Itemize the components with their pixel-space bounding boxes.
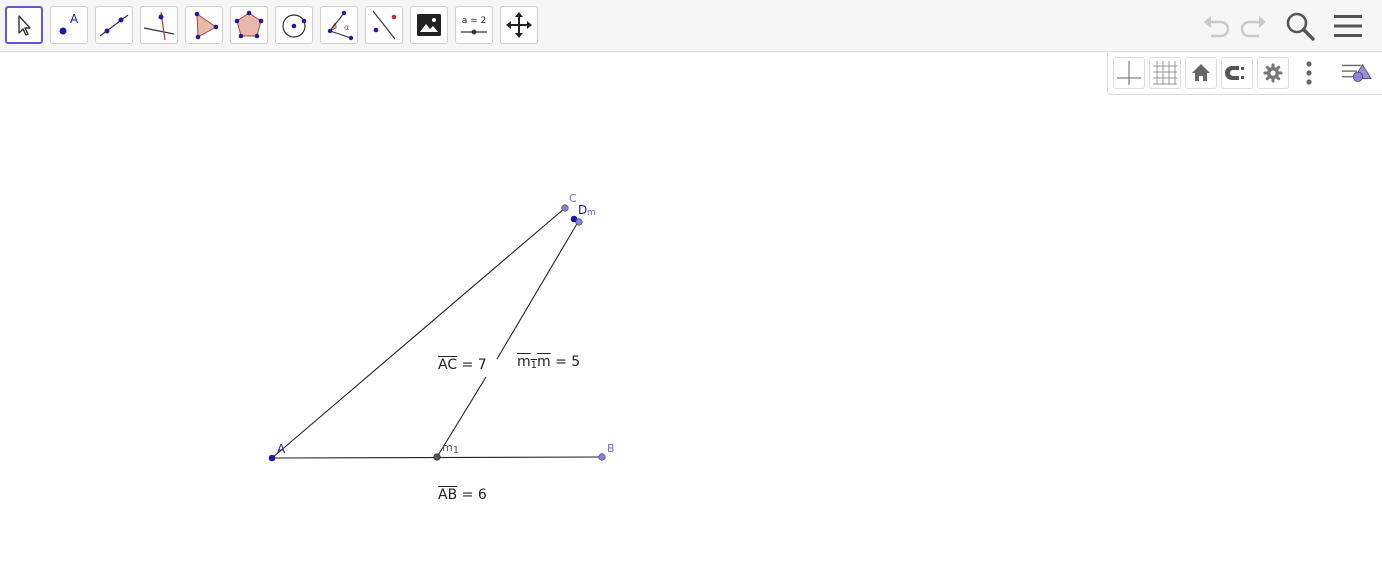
- slider-tool[interactable]: a = 2: [455, 6, 493, 44]
- polygon-tool-icon: [194, 11, 219, 40]
- segment-ac[interactable]: [271, 207, 566, 459]
- reflect-tool-icon: [372, 10, 397, 40]
- construction-lines: [271, 207, 603, 459]
- point-m1[interactable]: [433, 453, 441, 461]
- hamburger-menu-icon: [1334, 15, 1362, 37]
- point-b[interactable]: [598, 453, 606, 461]
- move-tool[interactable]: [5, 6, 43, 44]
- measure-ac: AC = 7: [438, 357, 487, 373]
- point-tool[interactable]: A: [50, 6, 88, 44]
- measure-ab: AB = 6: [438, 487, 487, 503]
- search-icon: [1286, 12, 1315, 41]
- slider-tool-icon: a = 2: [461, 16, 487, 35]
- graphics-view[interactable]: [0, 53, 1382, 574]
- undo-icon: [1204, 16, 1230, 38]
- point-a[interactable]: [268, 454, 276, 462]
- circle-tool-icon: [282, 14, 307, 38]
- label-m1: m1: [442, 441, 460, 456]
- label-a: A: [277, 442, 286, 456]
- label-c: C: [569, 192, 577, 205]
- point-m[interactable]: [575, 218, 583, 226]
- svg-text:a = 2: a = 2: [462, 16, 487, 26]
- point-tool-icon: A: [59, 12, 79, 35]
- angle-tool[interactable]: α: [320, 6, 358, 44]
- label-d: D: [578, 203, 588, 217]
- label-m: m: [587, 208, 596, 218]
- move-tool-icon: [18, 15, 31, 36]
- point-c[interactable]: [561, 204, 569, 212]
- circle-tool[interactable]: [275, 6, 313, 44]
- image-tool[interactable]: [410, 6, 448, 44]
- svg-text:α: α: [344, 23, 349, 32]
- regular-polygon-tool-icon: [234, 10, 264, 39]
- move-graphics-view-tool-icon: [506, 12, 532, 38]
- svg-text:A: A: [70, 12, 79, 26]
- regular-polygon-tool[interactable]: [230, 6, 268, 44]
- angle-tool-icon: α: [327, 10, 354, 41]
- redo-icon: [1240, 16, 1266, 38]
- toolbar: A α a = 2: [0, 0, 1382, 52]
- polygon-tool[interactable]: [185, 6, 223, 44]
- undo-button[interactable]: [1200, 9, 1234, 43]
- label-b: B: [607, 442, 615, 455]
- image-tool-icon: [417, 14, 441, 36]
- move-graphics-view-tool[interactable]: [500, 6, 538, 44]
- main-menu-button[interactable]: [1331, 9, 1365, 43]
- line-tool-icon: [99, 14, 129, 37]
- measure-m1m: m1m = 5: [517, 354, 581, 371]
- search-button[interactable]: [1283, 9, 1317, 43]
- redo-button[interactable]: [1236, 9, 1270, 43]
- reflect-tool[interactable]: [365, 6, 403, 44]
- perpendicular-line-tool-icon: [143, 11, 175, 41]
- line-tool[interactable]: [95, 6, 133, 44]
- perpendicular-line-tool[interactable]: [140, 6, 178, 44]
- segment-m1m-upper[interactable]: [496, 221, 579, 360]
